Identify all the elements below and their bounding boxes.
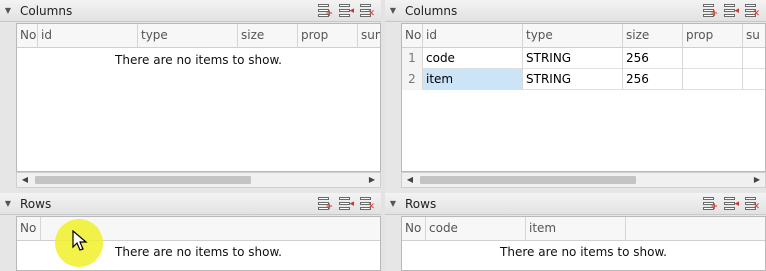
column-header-type[interactable]: type — [138, 24, 238, 48]
column-header-prop[interactable]: prop — [683, 24, 743, 48]
section-title: Rows — [405, 196, 437, 211]
cell-id[interactable]: code — [423, 48, 523, 69]
scroll-left-arrow-icon[interactable]: ◀ — [402, 173, 418, 187]
cell-su[interactable] — [743, 48, 765, 69]
columns-section-header: ▼ Columns + ◂ ✕ — [385, 0, 766, 22]
cell-type[interactable]: STRING — [523, 69, 623, 90]
scroll-left-arrow-icon[interactable]: ◀ — [17, 173, 33, 187]
collapse-icon[interactable]: ▼ — [385, 193, 401, 215]
column-header-type[interactable]: type — [523, 24, 623, 48]
empty-message: There are no items to show. — [500, 245, 667, 259]
scrollbar-thumb[interactable] — [35, 176, 251, 184]
insert-row-icon[interactable]: ◂ — [722, 196, 739, 212]
column-header-no[interactable]: No — [402, 217, 426, 241]
column-header-size[interactable]: size — [623, 24, 683, 48]
delete-row-icon[interactable]: ✕ — [743, 196, 760, 212]
cell-id[interactable]: item — [423, 69, 523, 90]
column-header-su[interactable]: su — [743, 24, 765, 48]
delete-row-icon[interactable]: ✕ — [358, 3, 375, 19]
row-number: 2 — [402, 69, 423, 90]
add-row-icon[interactable]: + — [316, 3, 333, 19]
cell-size[interactable]: 256 — [623, 48, 683, 69]
scroll-right-arrow-icon[interactable]: ▶ — [749, 173, 765, 187]
collapse-icon[interactable]: ▼ — [0, 0, 16, 22]
horizontal-scrollbar[interactable]: ◀ ▶ — [16, 172, 381, 188]
column-header-size[interactable]: size — [238, 24, 298, 48]
column-header-code[interactable]: code — [426, 217, 526, 241]
mouse-pointer-icon — [72, 230, 88, 251]
rows-grid[interactable]: No code item There are no items to show. — [401, 216, 766, 271]
insert-row-icon[interactable]: ◂ — [337, 196, 354, 212]
add-row-icon[interactable]: + — [701, 196, 718, 212]
cell-size[interactable]: 256 — [623, 69, 683, 90]
table-row[interactable]: 2 item STRING 256 — [402, 69, 765, 90]
add-row-icon[interactable]: + — [701, 3, 718, 19]
delete-row-icon[interactable]: ✕ — [743, 3, 760, 19]
scrollbar-thumb[interactable] — [420, 176, 636, 184]
column-header-no[interactable]: No — [402, 24, 423, 48]
column-header-row: No id type size prop su — [402, 24, 765, 48]
add-row-icon[interactable]: + — [316, 196, 333, 212]
scroll-right-arrow-icon[interactable]: ▶ — [364, 173, 380, 187]
cell-prop[interactable] — [683, 48, 743, 69]
cell-su[interactable] — [743, 69, 765, 90]
row-number: 1 — [402, 48, 423, 69]
table-row[interactable]: 1 code STRING 256 — [402, 48, 765, 69]
section-title: Columns — [405, 3, 458, 18]
column-header-id[interactable]: id — [423, 24, 523, 48]
column-header-row: No id type size prop sun — [17, 24, 380, 48]
cell-prop[interactable] — [683, 69, 743, 90]
left-table-pane: ▼ Columns + ◂ ✕ No id type size prop sun… — [0, 0, 381, 271]
delete-row-icon[interactable]: ✕ — [358, 196, 375, 212]
rows-section-header: ▼ Rows + ◂ ✕ — [0, 193, 381, 215]
horizontal-scrollbar[interactable]: ◀ ▶ — [401, 172, 766, 188]
columns-grid[interactable]: No id type size prop su 1 code STRING 25… — [401, 23, 766, 172]
cell-type[interactable]: STRING — [523, 48, 623, 69]
column-header-item[interactable]: item — [526, 217, 626, 241]
insert-row-icon[interactable]: ◂ — [722, 3, 739, 19]
columns-grid[interactable]: No id type size prop sun There are no it… — [16, 23, 381, 172]
columns-section-header: ▼ Columns + ◂ ✕ — [0, 0, 381, 22]
right-table-pane: ▼ Columns + ◂ ✕ No id type size prop su … — [385, 0, 766, 271]
column-header-no[interactable]: No — [17, 24, 38, 48]
collapse-icon[interactable]: ▼ — [385, 0, 401, 22]
column-header-prop[interactable]: prop — [298, 24, 358, 48]
column-header-row: No code item — [402, 217, 765, 241]
insert-row-icon[interactable]: ◂ — [337, 3, 354, 19]
rows-section-header: ▼ Rows + ◂ ✕ — [385, 193, 766, 215]
column-header-no[interactable]: No — [17, 217, 41, 241]
empty-message: There are no items to show. — [115, 53, 282, 67]
section-title: Rows — [20, 196, 52, 211]
collapse-icon[interactable]: ▼ — [0, 193, 16, 215]
column-header-sun[interactable]: sun — [358, 24, 380, 48]
section-title: Columns — [20, 3, 73, 18]
column-header-id[interactable]: id — [38, 24, 138, 48]
